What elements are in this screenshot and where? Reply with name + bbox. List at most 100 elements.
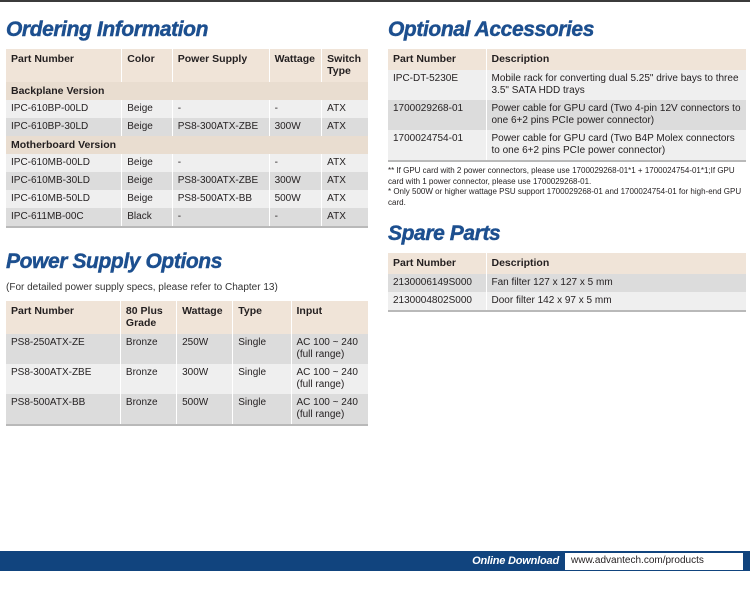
cell-power-supply: PS8-300ATX-ZBE [172, 118, 270, 136]
cell-description: Power cable for GPU card (Two B4P Molex … [486, 130, 746, 160]
table-header-row: Part Number Description [388, 49, 746, 70]
cell-type: Single [232, 394, 292, 424]
online-download-url[interactable]: www.advantech.com/products [565, 552, 743, 570]
cell-80-plus-grade: Bronze [120, 364, 178, 394]
column-header-80-plus-grade: 80 Plus Grade [120, 301, 178, 334]
cell-part-number: PS8-250ATX-ZE [6, 334, 121, 364]
table-row: IPC-610MB-50LD Beige PS8-500ATX-BB 500W … [6, 190, 368, 208]
cell-wattage: 300W [176, 364, 234, 394]
cell-part-number: IPC-610BP-30LD [6, 118, 123, 136]
table-bottom-rule [388, 160, 746, 162]
cell-input: AC 100 ~ 240 (full range) [291, 364, 368, 394]
cell-switch-type: ATX [321, 100, 368, 118]
cell-part-number: 1700029268-01 [388, 100, 487, 130]
cell-wattage: 500W [269, 190, 323, 208]
column-header-wattage: Wattage [269, 49, 323, 82]
column-header-part-number: Part Number [388, 253, 487, 274]
column-header-power-supply: Power Supply [172, 49, 270, 82]
cell-switch-type: ATX [321, 190, 368, 208]
column-header-description: Description [486, 49, 746, 70]
cell-part-number: 2130006149S000 [388, 274, 487, 292]
cell-part-number: PS8-500ATX-BB [6, 394, 121, 424]
cell-description: Fan filter 127 x 127 x 5 mm [486, 274, 746, 292]
table-header-row: Part Number Color Power Supply Wattage S… [6, 49, 368, 82]
table-row: IPC-611MB-00C Black - - ATX [6, 208, 368, 226]
cell-power-supply: PS8-500ATX-BB [172, 190, 270, 208]
group-label-backplane-version: Backplane Version [6, 82, 368, 100]
table-bottom-rule [388, 310, 746, 312]
table-row: IPC-610BP-30LD Beige PS8-300ATX-ZBE 300W… [6, 118, 368, 136]
spare-parts-title: Spare Parts [388, 222, 501, 245]
cell-type: Single [232, 364, 292, 394]
table-row: IPC-DT-5230E Mobile rack for converting … [388, 70, 746, 100]
ordering-information-table: Part Number Color Power Supply Wattage S… [6, 49, 368, 226]
column-header-color: Color [121, 49, 173, 82]
online-download-label: Online Download [472, 555, 559, 567]
table-row: IPC-610MB-30LD Beige PS8-300ATX-ZBE 300W… [6, 172, 368, 190]
top-divider [0, 0, 750, 2]
column-header-wattage: Wattage [176, 301, 234, 334]
cell-80-plus-grade: Bronze [120, 394, 178, 424]
cell-wattage: 300W [269, 118, 323, 136]
table-header-row: Part Number Description [388, 253, 746, 274]
cell-color: Beige [121, 172, 173, 190]
cell-color: Beige [121, 100, 173, 118]
power-supply-options-title: Power Supply Options [6, 250, 223, 273]
footnote-single-asterisk: * Only 500W or higher wattage PSU suppor… [388, 187, 742, 207]
cell-description: Door filter 142 x 97 x 5 mm [486, 292, 746, 310]
cell-wattage: 300W [269, 172, 323, 190]
table-group-row: Motherboard Version [6, 136, 368, 154]
cell-description: Mobile rack for converting dual 5.25" dr… [486, 70, 746, 100]
cell-switch-type: ATX [321, 118, 368, 136]
cell-part-number: IPC-610BP-00LD [6, 100, 123, 118]
table-header-row: Part Number 80 Plus Grade Wattage Type I… [6, 301, 368, 334]
footer-content: Online Download www.advantech.com/produc… [472, 551, 743, 571]
cell-power-supply: PS8-300ATX-ZBE [172, 172, 270, 190]
cell-input: AC 100 ~ 240 (full range) [291, 334, 368, 364]
cell-part-number: IPC-DT-5230E [388, 70, 487, 100]
table-row: 1700024754-01 Power cable for GPU card (… [388, 130, 746, 160]
cell-color: Beige [121, 118, 173, 136]
column-header-input: Input [291, 301, 368, 334]
cell-part-number: PS8-300ATX-ZBE [6, 364, 121, 394]
group-label-motherboard-version: Motherboard Version [6, 136, 368, 154]
cell-power-supply: - [172, 208, 270, 226]
optional-accessories-title: Optional Accessories [388, 18, 595, 41]
table-row: PS8-500ATX-BB Bronze 500W Single AC 100 … [6, 394, 368, 424]
optional-accessories-footnotes: ** If GPU card with 2 power connectors, … [388, 166, 746, 208]
table-row: IPC-610MB-00LD Beige - - ATX [6, 154, 368, 172]
column-header-type: Type [232, 301, 292, 334]
table-row: PS8-250ATX-ZE Bronze 250W Single AC 100 … [6, 334, 368, 364]
table-row: 1700029268-01 Power cable for GPU card (… [388, 100, 746, 130]
cell-part-number: IPC-610MB-00LD [6, 154, 123, 172]
cell-power-supply: - [172, 100, 270, 118]
left-column: Ordering Information Part Number Color P… [6, 18, 368, 426]
table-row: 2130004802S000 Door filter 142 x 97 x 5 … [388, 292, 746, 310]
table-group-row: Backplane Version [6, 82, 368, 100]
spare-parts-table: Part Number Description 2130006149S000 F… [388, 253, 746, 310]
column-header-part-number: Part Number [6, 49, 123, 82]
cell-part-number: IPC-610MB-50LD [6, 190, 123, 208]
column-header-part-number: Part Number [6, 301, 121, 334]
column-header-switch-type: Switch Type [321, 49, 368, 82]
power-supply-subtitle: (For detailed power supply specs, please… [6, 282, 278, 293]
cell-input: AC 100 ~ 240 (full range) [291, 394, 368, 424]
optional-accessories-table: Part Number Description IPC-DT-5230E Mob… [388, 49, 746, 160]
cell-switch-type: ATX [321, 208, 368, 226]
column-header-part-number: Part Number [388, 49, 487, 70]
cell-color: Beige [121, 154, 173, 172]
footnote-double-asterisk: ** If GPU card with 2 power connectors, … [388, 166, 735, 186]
table-row: 2130006149S000 Fan filter 127 x 127 x 5 … [388, 274, 746, 292]
cell-wattage: - [269, 154, 323, 172]
cell-part-number: IPC-610MB-30LD [6, 172, 123, 190]
table-bottom-rule [6, 424, 368, 426]
cell-part-number: 1700024754-01 [388, 130, 487, 160]
cell-part-number: 2130004802S000 [388, 292, 487, 310]
table-row: IPC-610BP-00LD Beige - - ATX [6, 100, 368, 118]
right-column: Optional Accessories Part Number Descrip… [388, 18, 746, 312]
cell-description: Power cable for GPU card (Two 4-pin 12V … [486, 100, 746, 130]
datasheet-page: Ordering Information Part Number Color P… [0, 0, 750, 591]
cell-80-plus-grade: Bronze [120, 334, 178, 364]
